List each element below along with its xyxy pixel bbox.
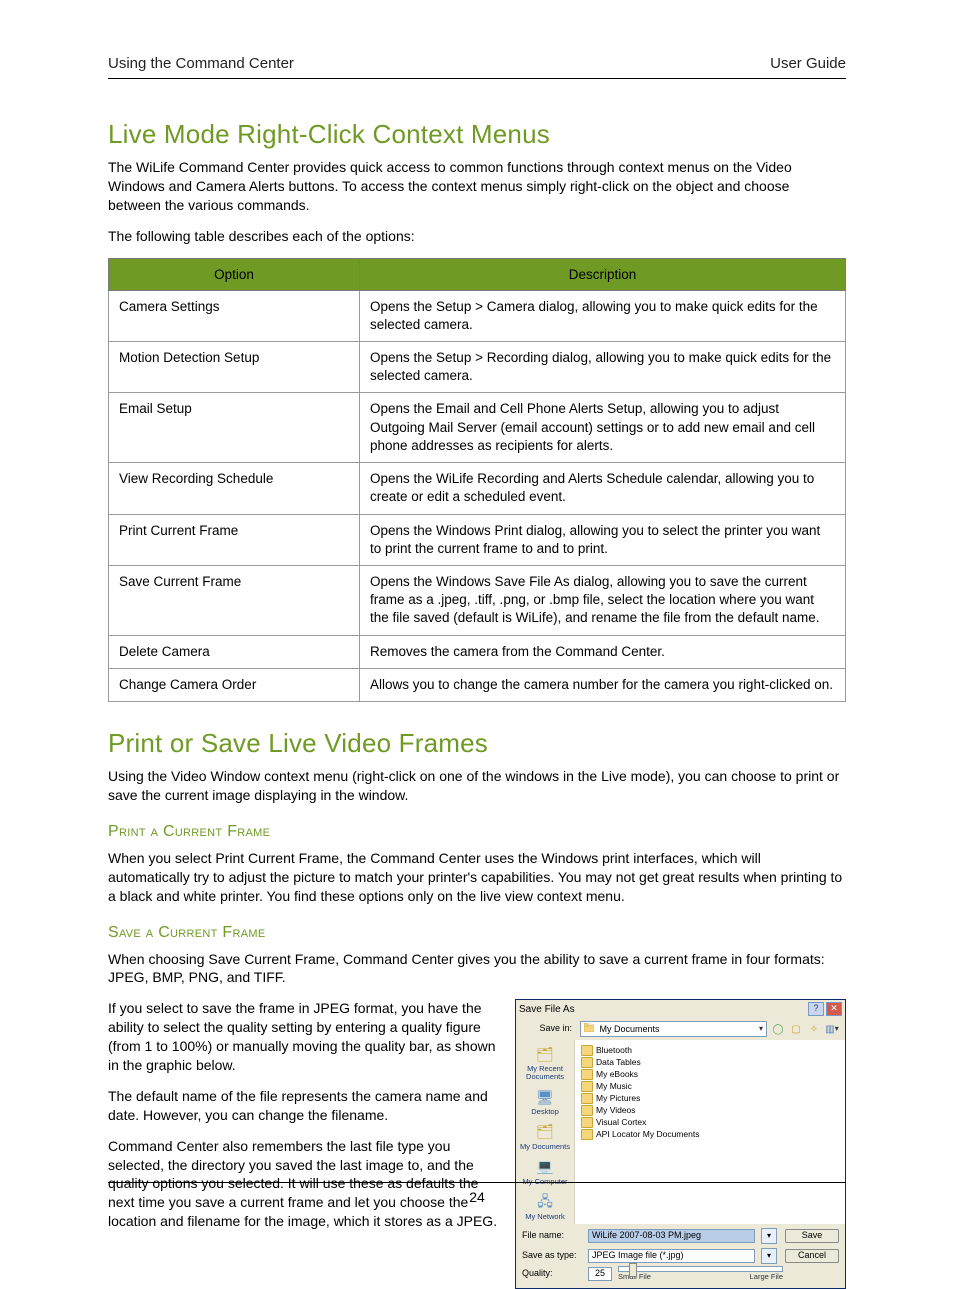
table-row: Save Current FrameOpens the Windows Save… (109, 565, 846, 635)
table-row: Change Camera OrderAllows you to change … (109, 668, 846, 701)
folder-icon (581, 1045, 593, 1056)
new-folder-icon[interactable]: ✧ (807, 1022, 821, 1036)
save-file-as-dialog: Save File As ? ✕ Save in: My Documents ▾… (515, 999, 846, 1288)
option-cell: Camera Settings (109, 290, 360, 341)
recent-icon: 🗂 (534, 1044, 556, 1064)
description-cell: Opens the Email and Cell Phone Alerts Se… (360, 393, 846, 463)
list-item[interactable]: API Locator My Documents (581, 1128, 839, 1140)
description-cell: Allows you to change the camera number f… (360, 668, 846, 701)
section1-intro: The WiLife Command Center provides quick… (108, 158, 846, 215)
close-icon[interactable]: ✕ (826, 1002, 842, 1016)
context-menu-options-table: Option Description Camera SettingsOpens … (108, 258, 846, 703)
table-row: Delete CameraRemoves the camera from the… (109, 635, 846, 668)
table-row: Email SetupOpens the Email and Cell Phon… (109, 393, 846, 463)
description-cell: Opens the Windows Print dialog, allowing… (360, 514, 846, 565)
option-cell: Change Camera Order (109, 668, 360, 701)
list-item[interactable]: Bluetooth (581, 1044, 839, 1056)
option-cell: View Recording Schedule (109, 463, 360, 514)
quality-large-label: Large File (750, 1273, 783, 1281)
cancel-button[interactable]: Cancel (785, 1249, 839, 1263)
folder-icon (584, 1023, 594, 1032)
savein-label: Save in: (522, 1024, 576, 1034)
list-item[interactable]: My Pictures (581, 1092, 839, 1104)
folder-icon (581, 1129, 593, 1140)
list-item[interactable]: My Music (581, 1080, 839, 1092)
folder-icon (581, 1069, 593, 1080)
page-number: 24 (469, 1189, 485, 1205)
place-desktop[interactable]: 🖥Desktop (531, 1087, 559, 1116)
dialog-title: Save File As (519, 1004, 575, 1015)
computer-icon: 💻 (534, 1157, 556, 1177)
description-cell: Opens the Windows Save File As dialog, a… (360, 565, 846, 635)
quality-label: Quality: (522, 1269, 582, 1279)
place-recent[interactable]: 🗂My Recent Documents (516, 1044, 574, 1081)
option-cell: Motion Detection Setup (109, 342, 360, 393)
folder-icon (581, 1105, 593, 1116)
running-header-left: Using the Command Center (108, 55, 294, 72)
chevron-down-icon[interactable]: ▾ (761, 1228, 777, 1244)
save-button[interactable]: Save (785, 1229, 839, 1243)
table-row: View Recording ScheduleOpens the WiLife … (109, 463, 846, 514)
heading-live-mode-context-menus: Live Mode Right-Click Context Menus (108, 119, 846, 150)
list-item[interactable]: My eBooks (581, 1068, 839, 1080)
quality-slider[interactable] (618, 1266, 783, 1272)
list-item[interactable]: Data Tables (581, 1056, 839, 1068)
description-cell: Opens the Setup > Recording dialog, allo… (360, 342, 846, 393)
folder-icon (581, 1093, 593, 1104)
back-icon[interactable]: ◯ (771, 1022, 785, 1036)
running-header-right: User Guide (770, 55, 846, 72)
up-icon[interactable]: ▢ (789, 1022, 803, 1036)
table-row: Motion Detection SetupOpens the Setup > … (109, 342, 846, 393)
header-rule (108, 78, 846, 79)
print-current-frame-text: When you select Print Current Frame, the… (108, 849, 846, 906)
place-documents[interactable]: 🗂My Documents (520, 1122, 570, 1151)
heading-print-or-save: Print or Save Live Video Frames (108, 728, 846, 759)
table-row: Print Current FrameOpens the Windows Pri… (109, 514, 846, 565)
folder-icon (581, 1081, 593, 1092)
option-cell: Email Setup (109, 393, 360, 463)
views-icon[interactable]: ▥▾ (825, 1022, 839, 1036)
subheading-print-current-frame: Print a Current Frame (108, 823, 846, 841)
chevron-down-icon[interactable]: ▾ (761, 1248, 777, 1264)
description-cell: Removes the camera from the Command Cent… (360, 635, 846, 668)
savein-value: My Documents (600, 1024, 660, 1034)
folder-icon (581, 1057, 593, 1068)
subheading-save-current-frame: Save a Current Frame (108, 924, 846, 942)
savein-combo[interactable]: My Documents ▾ (580, 1021, 767, 1037)
description-cell: Opens the Setup > Camera dialog, allowin… (360, 290, 846, 341)
table-header-description: Description (360, 258, 846, 290)
saveastype-label: Save as type: (522, 1251, 582, 1261)
filename-label: File name: (522, 1231, 582, 1241)
table-header-option: Option (109, 258, 360, 290)
desktop-icon: 🖥 (534, 1087, 556, 1107)
saveastype-combo[interactable]: JPEG Image file (*.jpg) (588, 1249, 755, 1263)
description-cell: Opens the WiLife Recording and Alerts Sc… (360, 463, 846, 514)
option-cell: Save Current Frame (109, 565, 360, 635)
quality-value[interactable]: 25 (588, 1267, 612, 1281)
save-current-frame-p1: When choosing Save Current Frame, Comman… (108, 950, 846, 988)
list-item[interactable]: Visual Cortex (581, 1116, 839, 1128)
filename-field[interactable]: WiLife 2007-08-03 PM.jpeg (588, 1229, 755, 1243)
help-icon[interactable]: ? (808, 1002, 824, 1016)
folder-icon (581, 1117, 593, 1128)
section1-lead: The following table describes each of th… (108, 227, 846, 246)
option-cell: Print Current Frame (109, 514, 360, 565)
chevron-down-icon: ▾ (759, 1025, 763, 1034)
save-current-frame-p3: The default name of the file represents … (108, 1087, 503, 1125)
section2-intro: Using the Video Window context menu (rig… (108, 767, 846, 805)
option-cell: Delete Camera (109, 635, 360, 668)
save-current-frame-p2: If you select to save the frame in JPEG … (108, 999, 503, 1075)
table-row: Camera SettingsOpens the Setup > Camera … (109, 290, 846, 341)
documents-icon: 🗂 (534, 1122, 556, 1142)
list-item[interactable]: My Videos (581, 1104, 839, 1116)
